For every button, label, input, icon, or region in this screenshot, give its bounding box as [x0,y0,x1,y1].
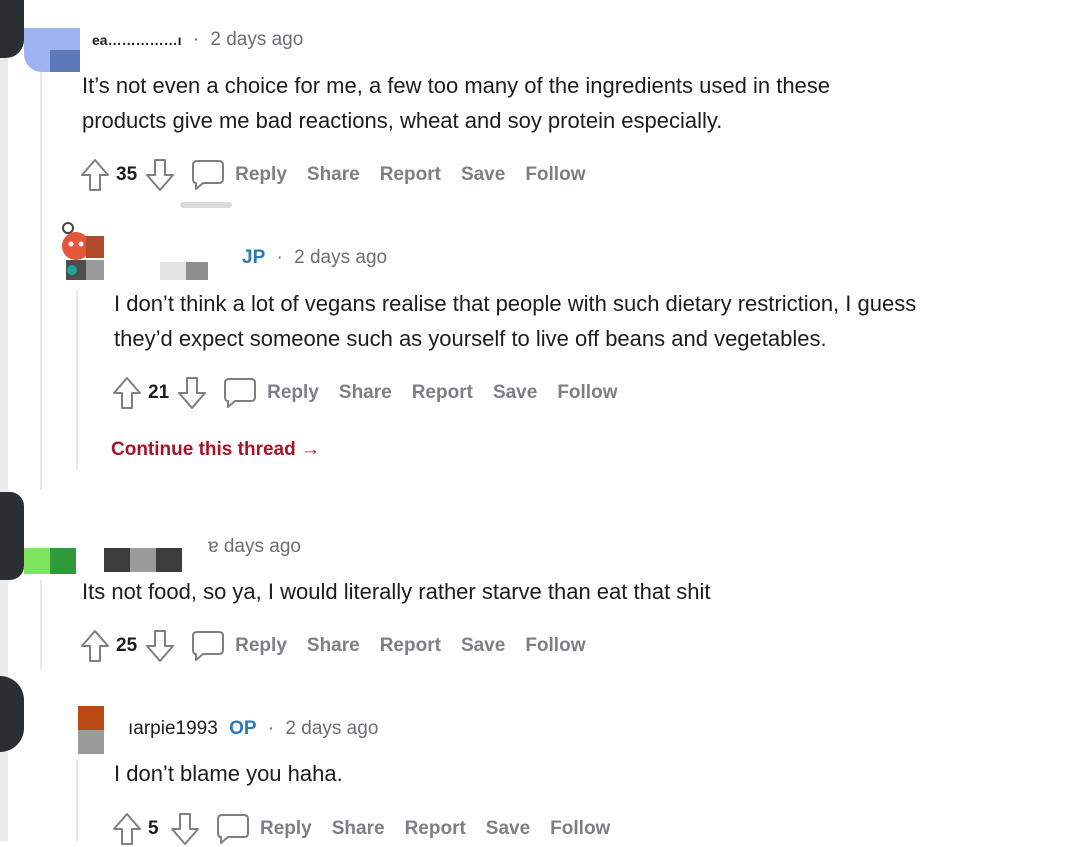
comment-bubble-icon[interactable] [216,813,250,845]
thread-line-4[interactable] [76,760,78,841]
timestamp[interactable]: 2 days ago [285,718,378,739]
arrow-up-icon[interactable] [112,376,142,410]
follow-button[interactable]: Follow [525,635,585,657]
reply-button[interactable]: Reply [235,164,287,186]
comment-text-line: I don’t think a lot of vegans realise th… [114,291,917,316]
comment-bubble-icon[interactable] [191,159,225,191]
comment-body: I don’t think a lot of vegans realise th… [114,286,916,356]
reply-button[interactable]: Reply [267,382,319,404]
avatar[interactable] [78,706,104,754]
comment-meta: ea……………ı · 2 days ago [92,29,303,51]
separator: · [276,247,283,268]
save-button[interactable]: Save [493,382,537,404]
comment-body: It’s not even a choice for me, a few too… [82,68,830,138]
comment-text-line: Its not food, so ya, I would literally r… [82,579,711,604]
comment-text-line: products give me bad reactions, wheat an… [82,108,723,133]
op-badge: OP [229,718,257,739]
redacted-username-block-3 [156,548,182,572]
left-frame-edge-2 [0,492,24,580]
separator: · [192,29,200,50]
redacted-username-block-2 [186,262,208,280]
separator: · [267,718,275,739]
vote-score: 21 [148,382,170,403]
vote-score: 5 [148,818,159,839]
comment-body: I don’t blame you haha. [114,756,343,791]
report-button[interactable]: Report [405,818,466,840]
avatar[interactable] [24,548,76,574]
follow-button[interactable]: Follow [557,382,617,404]
comment-text-line: they’d expect someone such as yourself t… [114,326,827,351]
comment-body: Its not food, so ya, I would literally r… [82,574,711,609]
comment-bubble-icon[interactable] [223,377,257,409]
left-frame-edge-3 [0,676,24,752]
arrow-up-icon[interactable] [80,629,110,663]
save-button[interactable]: Save [486,818,530,840]
report-button[interactable]: Report [380,164,441,186]
report-button[interactable]: Report [380,635,441,657]
share-button[interactable]: Share [332,818,385,840]
redacted-username-block-2 [130,548,156,572]
comment-text-line: I don’t blame you haha. [114,761,343,786]
report-button[interactable]: Report [412,382,473,404]
share-button[interactable]: Share [307,164,360,186]
thread-line-nested[interactable] [76,290,78,470]
arrow-down-icon[interactable] [145,629,175,663]
reply-button[interactable]: Reply [260,818,312,840]
reply-button[interactable]: Reply [235,635,287,657]
follow-button[interactable]: Follow [525,164,585,186]
left-frame-edge-1 [0,0,24,58]
arrow-up-icon[interactable] [80,158,110,192]
comment-meta: ıarpie1993 OP · 2 days ago [128,718,378,740]
save-button[interactable]: Save [461,635,505,657]
comment-meta: ɐ days ago [208,536,301,558]
follow-button[interactable]: Follow [550,818,610,840]
arrow-down-icon[interactable] [145,158,175,192]
vote-score: 25 [116,635,138,656]
timestamp[interactable]: ɐ days ago [208,536,301,557]
timestamp[interactable]: 2 days ago [294,247,387,268]
redacted-mark [180,202,232,208]
comment-actions: 5 Reply Share Report Save Follow [112,811,610,847]
comment-actions: 35 Reply Share Report Save Follow [80,157,585,193]
thread-line-3[interactable] [40,580,42,670]
redacted-username-block [160,262,186,280]
vote-score: 35 [116,164,138,185]
arrow-down-icon[interactable] [177,376,207,410]
share-button[interactable]: Share [339,382,392,404]
comment-text-line: It’s not even a choice for me, a few too… [82,73,831,98]
share-button[interactable]: Share [307,635,360,657]
comment-bubble-icon[interactable] [191,630,225,662]
continue-thread-link[interactable]: Continue this thread → [111,439,320,461]
comment-actions: 25 Reply Share Report Save Follow [80,628,585,664]
thread-line[interactable] [40,70,42,490]
avatar[interactable] [56,222,106,282]
timestamp[interactable]: 2 days ago [210,29,303,50]
op-badge: JP [242,247,266,268]
save-button[interactable]: Save [461,164,505,186]
username[interactable]: ıarpie1993 [128,718,218,739]
comment-actions: 21 Reply Share Report Save Follow [112,375,617,411]
redacted-username-block [104,548,130,572]
username[interactable]: ea……………ı [92,32,181,48]
comment-meta: JP · 2 days ago [242,247,387,269]
avatar-accent [50,50,80,72]
